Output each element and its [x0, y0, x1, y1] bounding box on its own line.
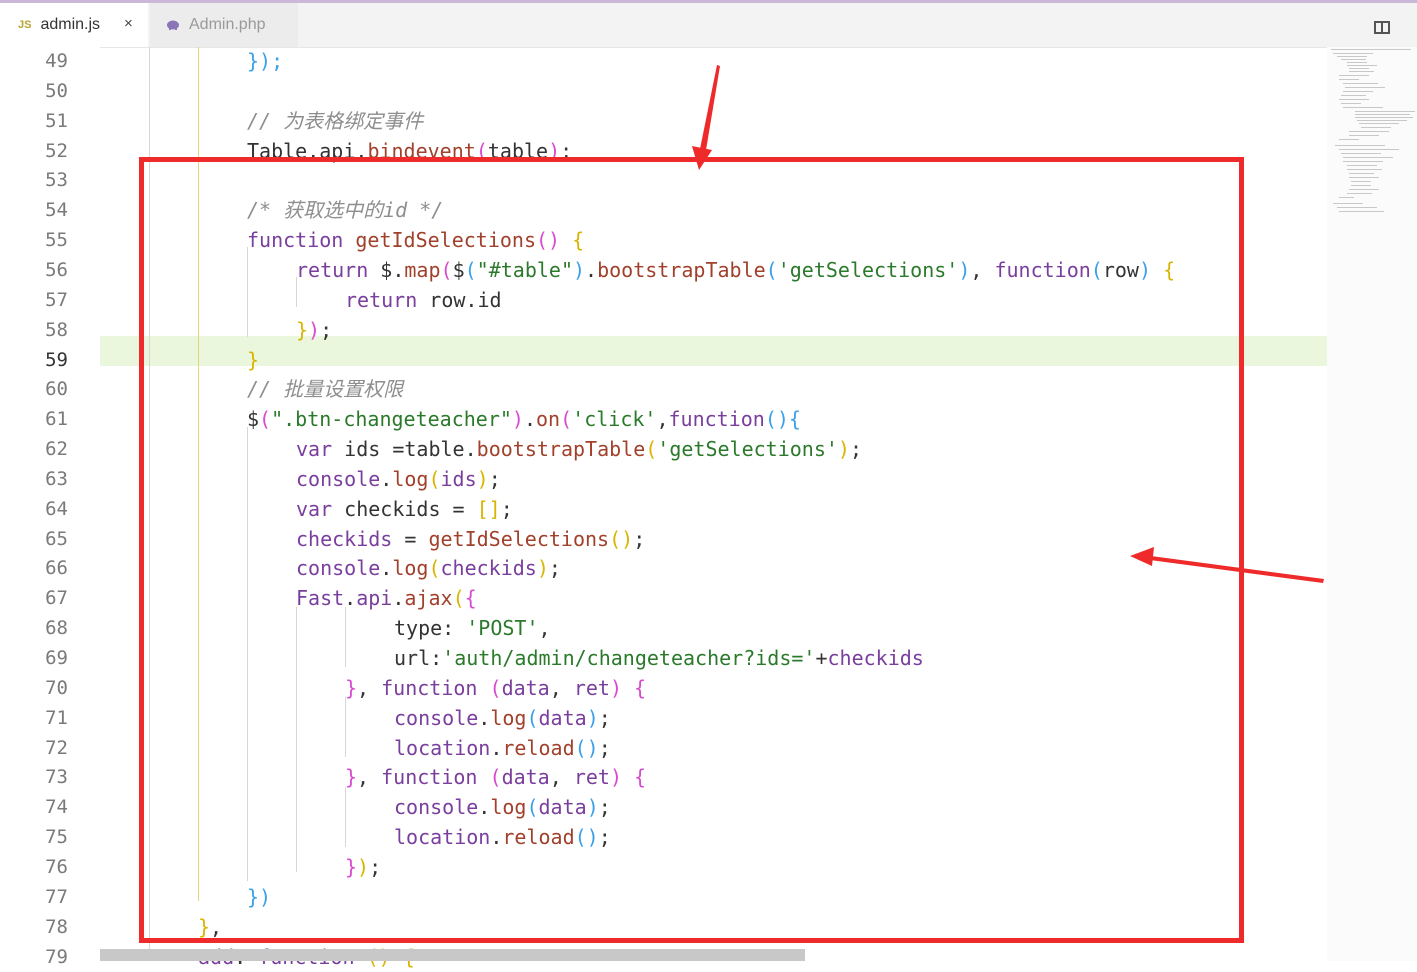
line-number: 56 — [45, 258, 68, 281]
minimap-line — [1339, 79, 1359, 80]
minimap-line — [1347, 165, 1377, 166]
minimap-line — [1351, 185, 1371, 186]
tab-label: admin.js — [40, 16, 101, 33]
line-number: 59 — [45, 348, 68, 371]
horizontal-scrollbar[interactable] — [100, 949, 805, 961]
js-file-icon: JS — [18, 19, 32, 31]
annotation-highlight-box — [139, 157, 1244, 943]
minimap-line — [1349, 71, 1374, 72]
line-number: 68 — [45, 617, 68, 640]
minimap-line — [1359, 123, 1399, 124]
minimap-line — [1343, 83, 1378, 84]
minimap-line — [1339, 139, 1359, 140]
line-number: 60 — [45, 378, 68, 401]
minimap-line — [1357, 120, 1407, 121]
minimap-line — [1331, 49, 1411, 50]
line-number: 58 — [45, 318, 68, 341]
minimap-line — [1343, 157, 1393, 158]
line-number: 65 — [45, 527, 68, 550]
minimap-line — [1355, 111, 1415, 112]
line-number: 74 — [45, 796, 68, 819]
minimap-line — [1343, 161, 1383, 162]
minimap-line — [1349, 131, 1389, 132]
line-number: 69 — [45, 647, 68, 669]
line-number: 52 — [45, 139, 68, 162]
line-number: 61 — [45, 408, 68, 431]
line-number: 76 — [45, 855, 68, 878]
line-number: 73 — [45, 766, 68, 789]
line-number: 57 — [45, 288, 68, 311]
minimap-line — [1337, 56, 1367, 57]
line-number: 78 — [45, 915, 68, 938]
line-number: 77 — [45, 885, 68, 908]
minimap-line — [1345, 87, 1385, 88]
tab-admin-php[interactable]: Admin.php — [150, 3, 298, 47]
minimap-line — [1341, 95, 1366, 96]
minimap-line — [1333, 53, 1373, 54]
minimap-line — [1335, 145, 1385, 146]
line-number: 75 — [45, 826, 68, 849]
minimap-line — [1347, 169, 1382, 170]
minimap-line — [1343, 91, 1373, 92]
minimap-line — [1339, 99, 1369, 100]
minimap-line — [1341, 59, 1366, 60]
minimap-line — [1341, 153, 1381, 154]
minimap-line — [1347, 193, 1372, 194]
minimap-line — [1351, 181, 1371, 182]
minimap-line — [1349, 189, 1379, 190]
code-line: // 为表格绑定事件 — [247, 106, 423, 136]
minimap-line — [1341, 103, 1361, 104]
php-elephant-icon — [167, 20, 179, 30]
line-number: 66 — [45, 557, 68, 580]
line-number: 51 — [45, 109, 68, 132]
minimap-line — [1349, 173, 1374, 174]
code-token: // 为表格绑定事件 — [247, 108, 424, 133]
code-line: }); — [247, 46, 283, 76]
line-number: 50 — [45, 79, 68, 102]
minimap-line — [1337, 207, 1377, 208]
minimap-line — [1333, 203, 1363, 204]
minimap-line — [1347, 62, 1367, 63]
tab-admin-js[interactable]: JS admin.js × — [0, 3, 148, 47]
minimap[interactable] — [1327, 47, 1417, 961]
line-number: 79 — [45, 945, 68, 968]
line-number: 54 — [45, 199, 68, 222]
line-number: 62 — [45, 438, 68, 461]
close-icon[interactable]: × — [124, 15, 133, 32]
line-number: 64 — [45, 497, 68, 520]
minimap-line — [1349, 177, 1379, 178]
line-number: 70 — [45, 676, 68, 699]
line-number: 49 — [45, 50, 68, 72]
minimap-line — [1349, 68, 1369, 69]
minimap-line — [1361, 127, 1391, 128]
line-number: 55 — [45, 229, 68, 252]
line-number-gutter: 49 50 51 52 53 54 55 56 57 58 59 60 61 62 63 64 65 66 67 68… — [0, 47, 100, 968]
minimap-line — [1339, 149, 1399, 150]
minimap-line — [1343, 107, 1383, 108]
minimap-line — [1355, 114, 1410, 115]
line-number: 67 — [45, 587, 68, 610]
minimap-line — [1339, 75, 1369, 76]
minimap-line — [1349, 135, 1379, 136]
minimap-line — [1339, 197, 1354, 198]
minimap-line — [1355, 117, 1413, 118]
line-number: 72 — [45, 736, 68, 759]
tab-label: Admin.php — [189, 16, 266, 33]
minimap-line — [1347, 65, 1377, 66]
code-token: }); — [247, 49, 284, 73]
line-number: 63 — [45, 467, 68, 490]
minimap-line — [1339, 211, 1384, 212]
tab-bar: JS admin.js × Admin.php — [0, 3, 1417, 48]
line-number: 71 — [45, 706, 68, 729]
split-layout-icon[interactable] — [1374, 21, 1390, 34]
line-number: 53 — [45, 169, 68, 192]
